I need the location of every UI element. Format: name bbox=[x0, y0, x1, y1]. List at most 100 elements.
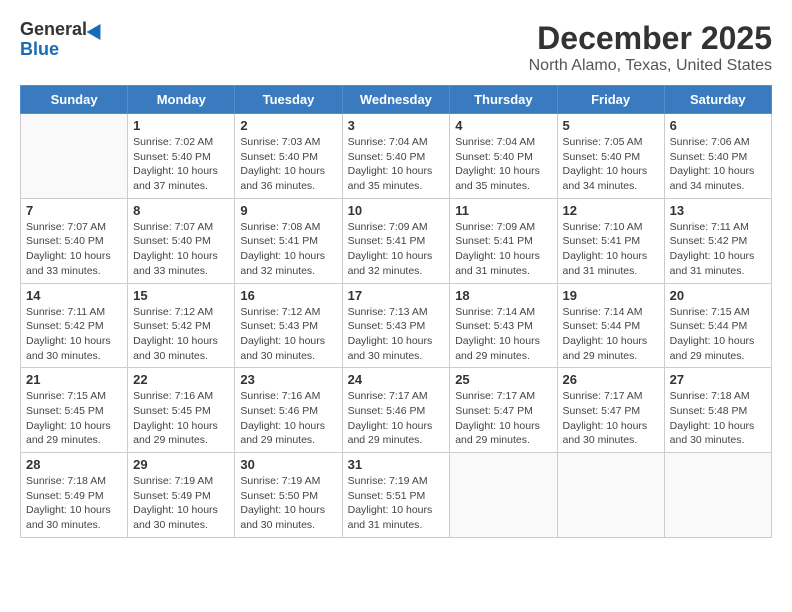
calendar-week-row: 7 Sunrise: 7:07 AM Sunset: 5:40 PM Daylig… bbox=[21, 198, 772, 283]
calendar-header-row: SundayMondayTuesdayWednesdayThursdayFrid… bbox=[21, 86, 772, 114]
calendar-cell: 27Sunrise: 7:18 AM Sunset: 5:48 PM Dayli… bbox=[664, 368, 771, 453]
day-info: Sunrise: 7:18 AM Sunset: 5:48 PM Dayligh… bbox=[670, 389, 766, 448]
day-number: 4 bbox=[455, 118, 551, 133]
day-info: Sunrise: 7:09 AM Sunset: 5:41 PM Dayligh… bbox=[348, 220, 445, 279]
title-area: December 2025 North Alamo, Texas, United… bbox=[529, 20, 772, 75]
calendar-week-row: 21Sunrise: 7:15 AM Sunset: 5:45 PM Dayli… bbox=[21, 368, 772, 453]
day-number: 8 bbox=[133, 203, 229, 218]
day-info: Sunrise: 7:16 AM Sunset: 5:45 PM Dayligh… bbox=[133, 389, 229, 448]
calendar-week-row: 14Sunrise: 7:11 AM Sunset: 5:42 PM Dayli… bbox=[21, 283, 772, 368]
calendar-week-row: 28Sunrise: 7:18 AM Sunset: 5:49 PM Dayli… bbox=[21, 453, 772, 538]
calendar-cell: 20 Sunrise: 7:15 AM Sunset: 5:44 PM Dayli… bbox=[664, 283, 771, 368]
day-number: 20 bbox=[670, 288, 766, 303]
calendar-cell: 1Sunrise: 7:02 AM Sunset: 5:40 PM Daylig… bbox=[128, 114, 235, 199]
day-info: Sunrise: 7:17 AM Sunset: 5:46 PM Dayligh… bbox=[348, 389, 445, 448]
calendar-cell: 5 Sunrise: 7:05 AM Sunset: 5:40 PM Daylig… bbox=[557, 114, 664, 199]
calendar-cell: 15 Sunrise: 7:12 AM Sunset: 5:42 PM Dayli… bbox=[128, 283, 235, 368]
month-title: December 2025 bbox=[529, 20, 772, 57]
calendar-cell: 30 Sunrise: 7:19 AM Sunset: 5:50 PM Dayli… bbox=[235, 453, 342, 538]
calendar-cell: 13 Sunrise: 7:11 AM Sunset: 5:42 PM Dayli… bbox=[664, 198, 771, 283]
day-info: Sunrise: 7:04 AM Sunset: 5:40 PM Dayligh… bbox=[455, 135, 551, 194]
day-number: 26 bbox=[563, 372, 659, 387]
day-info: Sunrise: 7:17 AM Sunset: 5:47 PM Dayligh… bbox=[563, 389, 659, 448]
day-of-week-header: Thursday bbox=[450, 86, 557, 114]
calendar-cell: 10 Sunrise: 7:09 AM Sunset: 5:41 PM Dayli… bbox=[342, 198, 450, 283]
day-info: Sunrise: 7:15 AM Sunset: 5:45 PM Dayligh… bbox=[26, 389, 122, 448]
day-info: Sunrise: 7:15 AM Sunset: 5:44 PM Dayligh… bbox=[670, 305, 766, 364]
day-of-week-header: Friday bbox=[557, 86, 664, 114]
calendar-cell bbox=[664, 453, 771, 538]
day-number: 29 bbox=[133, 457, 229, 472]
calendar-cell: 9 Sunrise: 7:08 AM Sunset: 5:41 PM Daylig… bbox=[235, 198, 342, 283]
day-info: Sunrise: 7:16 AM Sunset: 5:46 PM Dayligh… bbox=[240, 389, 336, 448]
day-info: Sunrise: 7:11 AM Sunset: 5:42 PM Dayligh… bbox=[670, 220, 766, 279]
calendar-cell: 3 Sunrise: 7:04 AM Sunset: 5:40 PM Daylig… bbox=[342, 114, 450, 199]
day-info: Sunrise: 7:12 AM Sunset: 5:42 PM Dayligh… bbox=[133, 305, 229, 364]
day-info: Sunrise: 7:02 AM Sunset: 5:40 PM Dayligh… bbox=[133, 135, 229, 194]
day-number: 25 bbox=[455, 372, 551, 387]
day-number: 3 bbox=[348, 118, 445, 133]
day-number: 24 bbox=[348, 372, 445, 387]
calendar-cell: 18 Sunrise: 7:14 AM Sunset: 5:43 PM Dayli… bbox=[450, 283, 557, 368]
day-number: 13 bbox=[670, 203, 766, 218]
calendar-cell bbox=[450, 453, 557, 538]
calendar-cell: 22 Sunrise: 7:16 AM Sunset: 5:45 PM Dayli… bbox=[128, 368, 235, 453]
day-info: Sunrise: 7:07 AM Sunset: 5:40 PM Dayligh… bbox=[26, 220, 122, 279]
calendar-cell: 28Sunrise: 7:18 AM Sunset: 5:49 PM Dayli… bbox=[21, 453, 128, 538]
day-number: 19 bbox=[563, 288, 659, 303]
day-info: Sunrise: 7:19 AM Sunset: 5:50 PM Dayligh… bbox=[240, 474, 336, 533]
calendar-cell: 8Sunrise: 7:07 AM Sunset: 5:40 PM Daylig… bbox=[128, 198, 235, 283]
calendar-cell: 25Sunrise: 7:17 AM Sunset: 5:47 PM Dayli… bbox=[450, 368, 557, 453]
day-info: Sunrise: 7:13 AM Sunset: 5:43 PM Dayligh… bbox=[348, 305, 445, 364]
calendar-cell: 31Sunrise: 7:19 AM Sunset: 5:51 PM Dayli… bbox=[342, 453, 450, 538]
day-number: 17 bbox=[348, 288, 445, 303]
day-of-week-header: Saturday bbox=[664, 86, 771, 114]
day-of-week-header: Monday bbox=[128, 86, 235, 114]
day-number: 2 bbox=[240, 118, 336, 133]
calendar-cell: 26 Sunrise: 7:17 AM Sunset: 5:47 PM Dayli… bbox=[557, 368, 664, 453]
day-of-week-header: Sunday bbox=[21, 86, 128, 114]
day-number: 7 bbox=[26, 203, 122, 218]
day-number: 18 bbox=[455, 288, 551, 303]
day-info: Sunrise: 7:05 AM Sunset: 5:40 PM Dayligh… bbox=[563, 135, 659, 194]
day-number: 30 bbox=[240, 457, 336, 472]
day-info: Sunrise: 7:03 AM Sunset: 5:40 PM Dayligh… bbox=[240, 135, 336, 194]
calendar-cell: 7 Sunrise: 7:07 AM Sunset: 5:40 PM Daylig… bbox=[21, 198, 128, 283]
calendar-cell bbox=[21, 114, 128, 199]
day-info: Sunrise: 7:14 AM Sunset: 5:44 PM Dayligh… bbox=[563, 305, 659, 364]
logo-blue-text: Blue bbox=[20, 40, 59, 60]
day-info: Sunrise: 7:08 AM Sunset: 5:41 PM Dayligh… bbox=[240, 220, 336, 279]
logo-general-text: General bbox=[20, 20, 87, 40]
day-info: Sunrise: 7:18 AM Sunset: 5:49 PM Dayligh… bbox=[26, 474, 122, 533]
header: General Blue December 2025 North Alamo, … bbox=[20, 20, 772, 75]
calendar-cell bbox=[557, 453, 664, 538]
day-number: 15 bbox=[133, 288, 229, 303]
day-info: Sunrise: 7:06 AM Sunset: 5:40 PM Dayligh… bbox=[670, 135, 766, 194]
location-title: North Alamo, Texas, United States bbox=[529, 57, 772, 75]
day-number: 22 bbox=[133, 372, 229, 387]
day-info: Sunrise: 7:09 AM Sunset: 5:41 PM Dayligh… bbox=[455, 220, 551, 279]
day-number: 31 bbox=[348, 457, 445, 472]
day-info: Sunrise: 7:11 AM Sunset: 5:42 PM Dayligh… bbox=[26, 305, 122, 364]
day-of-week-header: Tuesday bbox=[235, 86, 342, 114]
day-number: 10 bbox=[348, 203, 445, 218]
calendar-cell: 29 Sunrise: 7:19 AM Sunset: 5:49 PM Dayli… bbox=[128, 453, 235, 538]
day-info: Sunrise: 7:19 AM Sunset: 5:49 PM Dayligh… bbox=[133, 474, 229, 533]
calendar-cell: 23 Sunrise: 7:16 AM Sunset: 5:46 PM Dayli… bbox=[235, 368, 342, 453]
day-number: 23 bbox=[240, 372, 336, 387]
day-info: Sunrise: 7:14 AM Sunset: 5:43 PM Dayligh… bbox=[455, 305, 551, 364]
calendar-week-row: 1Sunrise: 7:02 AM Sunset: 5:40 PM Daylig… bbox=[21, 114, 772, 199]
day-number: 11 bbox=[455, 203, 551, 218]
calendar-cell: 2 Sunrise: 7:03 AM Sunset: 5:40 PM Daylig… bbox=[235, 114, 342, 199]
calendar-cell: 19 Sunrise: 7:14 AM Sunset: 5:44 PM Dayli… bbox=[557, 283, 664, 368]
logo-arrow-icon bbox=[87, 20, 108, 40]
day-info: Sunrise: 7:10 AM Sunset: 5:41 PM Dayligh… bbox=[563, 220, 659, 279]
calendar-cell: 12 Sunrise: 7:10 AM Sunset: 5:41 PM Dayli… bbox=[557, 198, 664, 283]
day-number: 5 bbox=[563, 118, 659, 133]
calendar-cell: 4 Sunrise: 7:04 AM Sunset: 5:40 PM Daylig… bbox=[450, 114, 557, 199]
day-number: 12 bbox=[563, 203, 659, 218]
day-info: Sunrise: 7:12 AM Sunset: 5:43 PM Dayligh… bbox=[240, 305, 336, 364]
day-info: Sunrise: 7:04 AM Sunset: 5:40 PM Dayligh… bbox=[348, 135, 445, 194]
calendar-cell: 11 Sunrise: 7:09 AM Sunset: 5:41 PM Dayli… bbox=[450, 198, 557, 283]
day-number: 9 bbox=[240, 203, 336, 218]
